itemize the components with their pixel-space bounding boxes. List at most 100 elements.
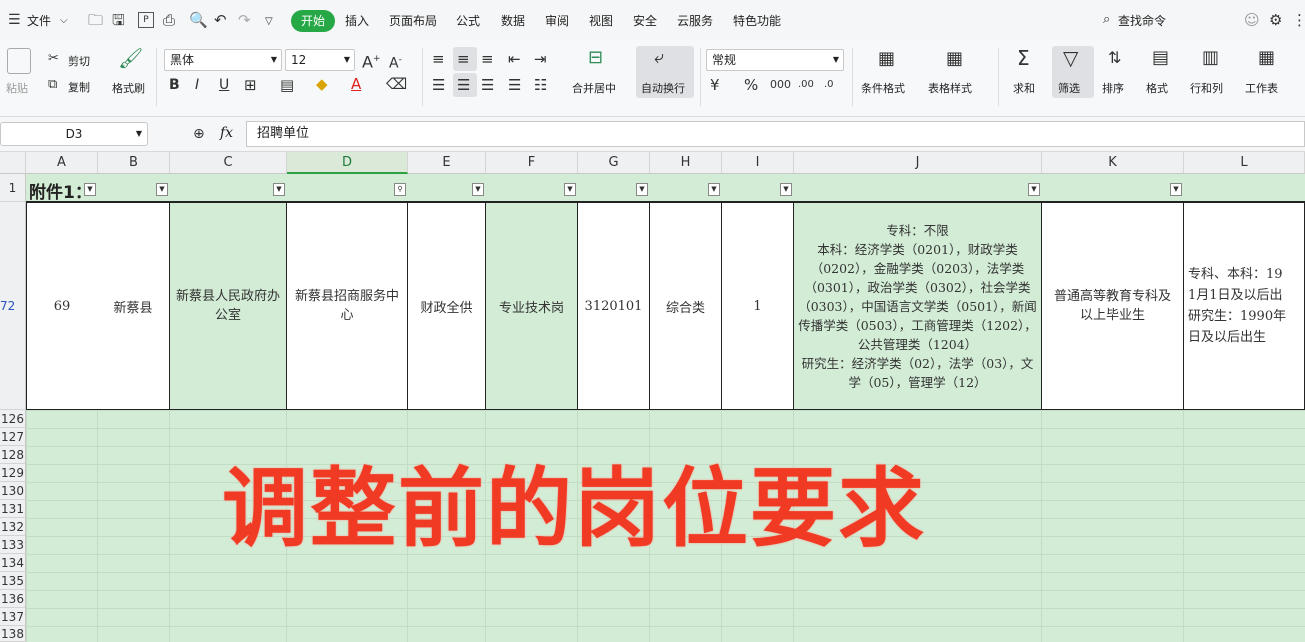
column-header-f[interactable]: F bbox=[486, 152, 578, 174]
cell-h72[interactable]: 综合类 bbox=[650, 202, 722, 410]
cell-a72[interactable]: 69 bbox=[26, 202, 98, 410]
number-format-select[interactable]: 常规 ▼ bbox=[706, 49, 844, 71]
cell-f72[interactable]: 专业技术岗 bbox=[486, 202, 578, 410]
tab-formula[interactable]: 公式 bbox=[456, 12, 480, 29]
worksheet-button[interactable]: 工作表 bbox=[1245, 80, 1278, 96]
cell-d72[interactable]: 新蔡县招商服务中心 bbox=[287, 202, 408, 410]
cut-icon[interactable]: ✂ bbox=[48, 51, 59, 67]
row-header-137[interactable]: 137 bbox=[0, 608, 26, 626]
export-pdf-icon[interactable]: P bbox=[138, 12, 154, 28]
italic-icon[interactable]: I bbox=[195, 77, 199, 93]
paste-icon[interactable] bbox=[7, 48, 31, 74]
column-header-l[interactable]: L bbox=[1184, 152, 1305, 174]
row-header-1[interactable]: 1 bbox=[0, 174, 26, 202]
rows-cols-icon[interactable]: ▥ bbox=[1202, 49, 1219, 67]
table-style-icon[interactable]: ▦ bbox=[946, 50, 963, 68]
print-icon[interactable]: ⎙ bbox=[163, 12, 175, 28]
column-header-i[interactable]: I bbox=[722, 152, 794, 174]
zoom-formula-icon[interactable]: ⊕ bbox=[193, 126, 205, 142]
column-header-j[interactable]: J bbox=[794, 152, 1042, 174]
increase-font-icon[interactable]: A+ bbox=[362, 51, 381, 70]
row-header-130[interactable]: 130 bbox=[0, 482, 26, 500]
save-icon[interactable]: 🖫 bbox=[112, 12, 125, 28]
wrap-text-button[interactable]: 自动换行 bbox=[641, 80, 685, 96]
worksheet-icon[interactable]: ▦ bbox=[1258, 49, 1275, 67]
cut-button[interactable]: 剪切 bbox=[68, 53, 90, 69]
column-header-k[interactable]: K bbox=[1042, 152, 1184, 174]
filter-dropdown-j[interactable]: ▼ bbox=[1028, 183, 1040, 196]
column-header-e[interactable]: E bbox=[408, 152, 486, 174]
clear-icon[interactable]: ⌫ bbox=[386, 76, 407, 92]
merge-center-icon[interactable]: ⊟ bbox=[588, 49, 603, 67]
row-header-135[interactable]: 135 bbox=[0, 572, 26, 590]
decrease-decimal-icon[interactable]: .0 bbox=[824, 77, 834, 93]
cell-e72[interactable]: 财政全供 bbox=[408, 202, 486, 410]
column-header-h[interactable]: H bbox=[650, 152, 722, 174]
format-painter-button[interactable]: 格式刷 bbox=[112, 80, 145, 96]
print-preview-icon[interactable]: 🔍 bbox=[189, 12, 208, 28]
font-name-select[interactable]: 黑体 ▼ bbox=[164, 49, 282, 71]
row-header-131[interactable]: 131 bbox=[0, 500, 26, 518]
column-header-c[interactable]: C bbox=[170, 152, 287, 174]
thousands-icon[interactable]: 000 bbox=[770, 77, 791, 93]
cell-l72[interactable]: 专科、本科：19 1月1日及以后出 研究生：1990年 日及以后出生 bbox=[1184, 202, 1305, 410]
hamburger-menu-icon[interactable]: ☰ bbox=[8, 12, 21, 28]
conditional-format-button[interactable]: 条件格式 bbox=[861, 80, 905, 96]
row-header-72[interactable]: 72 bbox=[0, 202, 26, 410]
filter-dropdown-f[interactable]: ▼ bbox=[564, 183, 576, 196]
row-header-136[interactable]: 136 bbox=[0, 590, 26, 608]
emoji-feedback-icon[interactable]: ☺ bbox=[1244, 12, 1260, 28]
font-size-select[interactable]: 12 ▼ bbox=[285, 49, 355, 71]
justify-icon[interactable]: ☰ bbox=[508, 77, 521, 93]
align-bottom-icon[interactable]: ≡ bbox=[481, 51, 494, 67]
tab-special-features[interactable]: 特色功能 bbox=[733, 12, 781, 29]
filter-dropdown-k[interactable]: ▼ bbox=[1170, 183, 1182, 196]
filter-dropdown-c[interactable]: ▼ bbox=[273, 183, 285, 196]
row-header-129[interactable]: 129 bbox=[0, 464, 26, 482]
quick-access-dropdown-icon[interactable]: ▽ bbox=[265, 14, 273, 30]
table-style-button[interactable]: 表格样式 bbox=[928, 80, 972, 96]
tab-page-layout[interactable]: 页面布局 bbox=[389, 12, 437, 29]
cell-b72[interactable]: 新蔡县 bbox=[97, 202, 170, 410]
sort-icon[interactable]: ⇅ bbox=[1108, 50, 1121, 66]
cell-j72[interactable]: 专科：不限 本科：经济学类（0201），财政学类（0202），金融学类（0203… bbox=[794, 202, 1042, 410]
align-top-icon[interactable]: ≡ bbox=[432, 51, 445, 67]
filter-dropdown-b[interactable]: ▼ bbox=[156, 183, 168, 196]
sum-button[interactable]: 求和 bbox=[1013, 80, 1035, 96]
increase-decimal-icon[interactable]: .00 bbox=[798, 77, 814, 93]
align-left-icon[interactable]: ☰ bbox=[432, 77, 445, 93]
tab-cloud-service[interactable]: 云服务 bbox=[677, 12, 713, 29]
sort-button[interactable]: 排序 bbox=[1102, 80, 1124, 96]
row-header-133[interactable]: 133 bbox=[0, 536, 26, 554]
row-header-127[interactable]: 127 bbox=[0, 428, 26, 446]
format-button[interactable]: 格式 bbox=[1146, 80, 1168, 96]
bold-icon[interactable]: B bbox=[169, 77, 180, 93]
filter-dropdown-e[interactable]: ▼ bbox=[472, 183, 484, 196]
row-header-128[interactable]: 128 bbox=[0, 446, 26, 464]
filter-icon[interactable]: ▽ bbox=[1063, 48, 1078, 68]
copy-button[interactable]: 复制 bbox=[68, 79, 90, 95]
increase-indent-icon[interactable]: ⇥ bbox=[534, 51, 547, 67]
underline-icon[interactable]: U bbox=[219, 77, 229, 93]
font-color-icon[interactable]: A bbox=[351, 76, 361, 92]
column-header-d[interactable]: D bbox=[287, 152, 408, 174]
search-icon[interactable]: ⌕ bbox=[1103, 12, 1110, 28]
filter-button[interactable]: 筛选 bbox=[1058, 80, 1080, 96]
undo-icon[interactable]: ↶ bbox=[214, 12, 227, 28]
cell-k72[interactable]: 普通高等教育专科及以上毕业生 bbox=[1042, 202, 1184, 410]
formula-input[interactable]: 招聘单位 bbox=[246, 121, 1305, 147]
header-row-text[interactable]: 附件1： bbox=[29, 178, 92, 203]
format-painter-icon[interactable]: 🖌 bbox=[118, 48, 143, 68]
sum-icon[interactable]: Σ bbox=[1017, 48, 1030, 68]
cell-i72[interactable]: 1 bbox=[722, 202, 794, 410]
tab-data[interactable]: 数据 bbox=[501, 12, 525, 29]
tab-review[interactable]: 审阅 bbox=[545, 12, 569, 29]
settings-gear-icon[interactable]: ⚙ bbox=[1269, 12, 1282, 28]
cell-g72[interactable]: 3120101 bbox=[578, 202, 650, 410]
currency-icon[interactable]: ¥ bbox=[710, 77, 720, 93]
conditional-format-icon[interactable]: ▦ bbox=[878, 50, 895, 68]
name-box[interactable]: D3 ▼ bbox=[0, 122, 148, 146]
paste-button[interactable]: 粘贴 bbox=[6, 80, 28, 96]
decrease-font-icon[interactable]: A- bbox=[389, 52, 402, 72]
tab-start[interactable]: 开始 bbox=[291, 10, 335, 32]
